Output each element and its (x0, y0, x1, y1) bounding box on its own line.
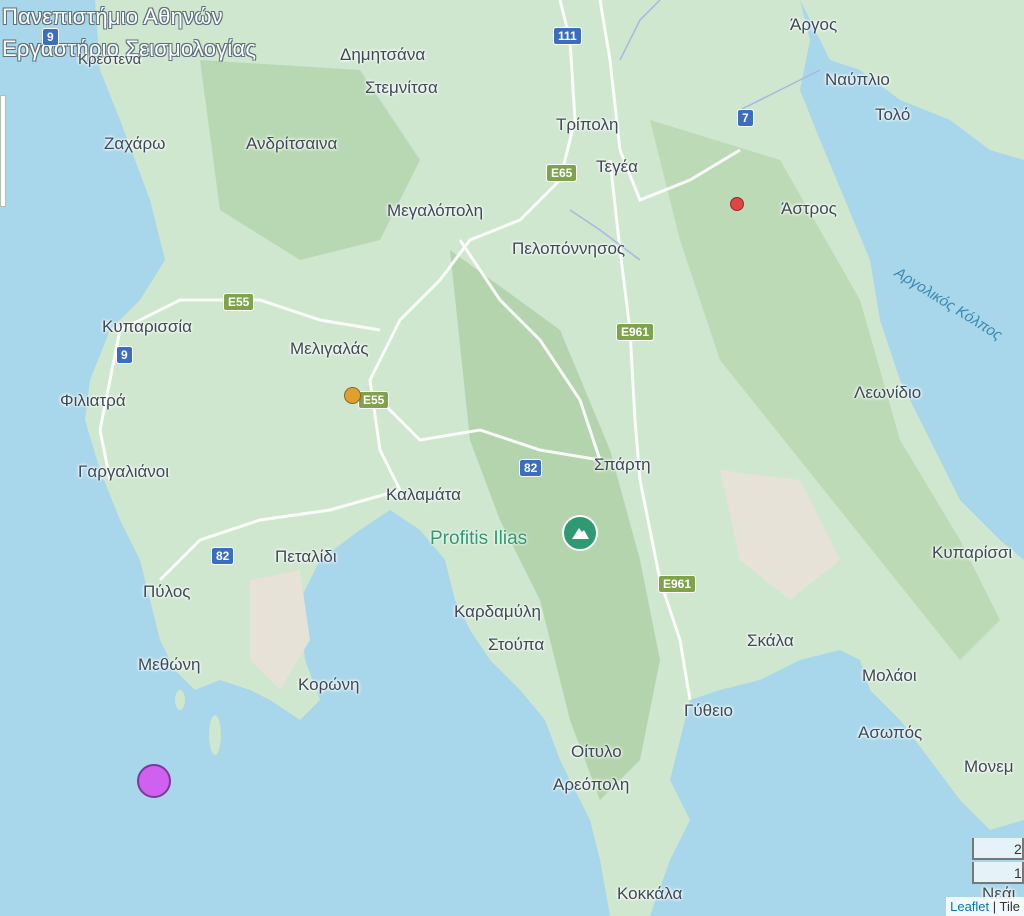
place-leonidio: Λεωνίδιο (854, 383, 922, 402)
earthquake-marker-purple[interactable] (137, 764, 171, 798)
place-nafplio: Ναύπλιο (825, 70, 890, 89)
road-shield-e961-south: E961 (658, 575, 697, 593)
place-asopos: Ασωπός (858, 723, 923, 742)
road-shield-111: 111 (553, 27, 582, 45)
place-dimitsana: Δημητσάνα (340, 45, 426, 64)
attribution: Leaflet | Tile (946, 897, 1024, 916)
earthquake-marker-red[interactable] (730, 197, 744, 211)
scale-bottom: 1 (972, 862, 1024, 884)
road-shield-e55-north: E55 (223, 293, 255, 311)
place-tegea: Τεγέα (596, 157, 639, 176)
scale-top: 2 (972, 838, 1024, 860)
place-kardamyli: Καρδαμύλη (454, 602, 541, 621)
place-astros: Άστρος (781, 199, 837, 218)
attrib-separator: | (989, 899, 1000, 914)
place-sparti: Σπάρτη (594, 455, 651, 474)
place-monemvasia: Μονεμ (964, 757, 1014, 776)
place-skala: Σκάλα (747, 631, 794, 650)
place-stemnitsa: Στεμνίτσα (365, 78, 438, 97)
place-koroni: Κορώνη (298, 675, 360, 694)
place-zacharo: Ζαχάρω (104, 134, 166, 153)
road-shield-e65: E65 (546, 164, 578, 182)
road-shield-e961-north: E961 (616, 323, 655, 341)
place-tolo: Τολό (875, 105, 911, 124)
map-edge-control[interactable] (0, 95, 6, 207)
place-molaoi: Μολάοι (862, 666, 917, 685)
place-meligalas: Μελιγαλάς (290, 339, 369, 358)
place-kyparissia: Κυπαρισσία (102, 317, 192, 336)
place-andritsaina: Ανδρίτσαινα (246, 134, 338, 153)
place-pylos: Πύλος (143, 582, 191, 601)
road-shield-7: 7 (737, 109, 754, 127)
earthquake-marker-orange[interactable] (344, 387, 361, 404)
place-tripoli: Τρίπολη (556, 115, 619, 134)
leaflet-link[interactable]: Leaflet (950, 899, 989, 914)
tiles-attrib: Tile (999, 899, 1020, 914)
title-line-1: Πανεπιστήμιο Αθηνών (2, 4, 223, 29)
place-peloponnisos: Πελοπόννησος (512, 239, 626, 258)
place-kiparissia-top: Κρέστενα (78, 51, 142, 68)
place-areopoli: Αρεόπολη (553, 775, 630, 794)
place-stoupa: Στούπα (488, 635, 545, 654)
road-shield-9-top: 9 (42, 28, 59, 46)
road-shield-9: 9 (116, 346, 133, 364)
place-methoni: Μεθώνη (138, 655, 201, 674)
place-gargalianoi: Γαργαλιάνοι (78, 462, 170, 481)
poi-label: Profitis Ilias (430, 528, 528, 549)
mountain-icon[interactable] (562, 515, 598, 551)
road-shield-82-west: 82 (211, 547, 235, 565)
place-kalamata: Καλαμάτα (386, 485, 461, 504)
place-kokkala: Κοκκάλα (617, 884, 683, 903)
road-shield-82-east: 82 (519, 459, 543, 477)
place-gytheio: Γύθειο (684, 701, 733, 720)
place-filiatra: Φιλιατρά (60, 391, 126, 410)
place-petalidi: Πεταλίδι (275, 547, 337, 566)
place-oitylo: Οίτυλο (571, 742, 622, 761)
road-shield-e55-south: E55 (358, 391, 390, 409)
place-kyparissi: Κυπαρίσσι (932, 543, 1013, 562)
place-megalopoli: Μεγαλόπολη (387, 201, 484, 220)
scale-bar: 2 1 (972, 838, 1024, 898)
place-argos: Άργος (790, 15, 838, 34)
